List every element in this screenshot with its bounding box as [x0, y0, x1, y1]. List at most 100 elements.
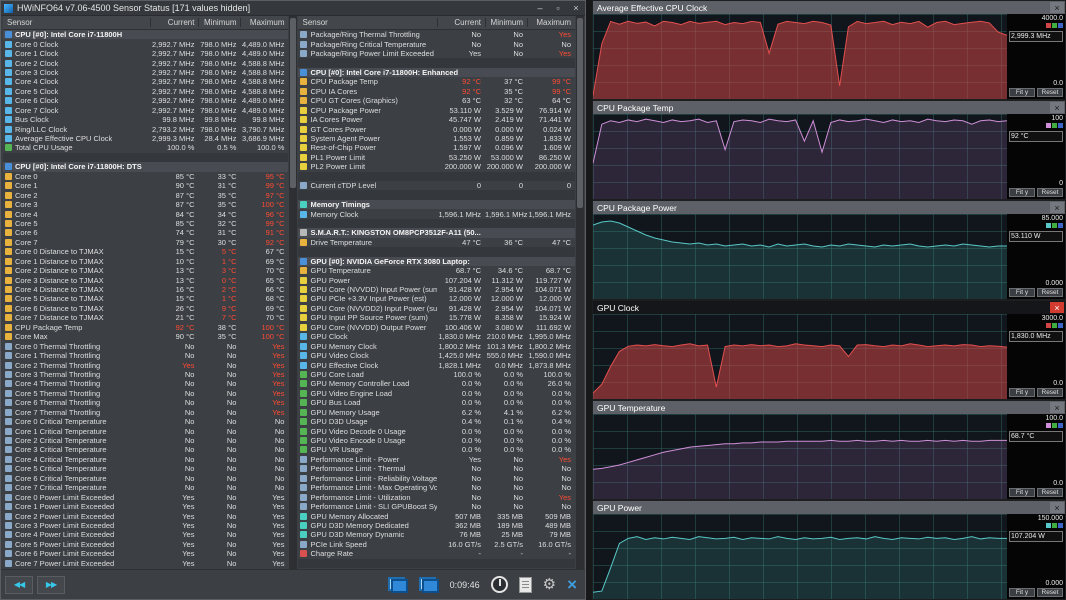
sensor-row[interactable]: GPU Effective Clock1,828.1 MHz0.0 MHz1,8…: [298, 360, 575, 369]
series-color-swatch[interactable]: [1058, 323, 1063, 328]
reset-button[interactable]: Reset: [1037, 388, 1063, 397]
series-color-swatch[interactable]: [1046, 323, 1051, 328]
close-icon[interactable]: ×: [1050, 502, 1064, 513]
sensor-row[interactable]: PCIe Link Speed16.0 GT/s2.5 GT/s16.0 GT/…: [298, 540, 575, 549]
sensor-row[interactable]: Core 5 Clock2,992.7 MHz798.0 MHz4,588.8 …: [3, 87, 288, 96]
sensor-group-header[interactable]: CPU [#0]: Intel Core i7-11800H: DTS: [3, 162, 288, 171]
sensor-row[interactable]: GPU Core Load100.0 %0.0 %100.0 %: [298, 370, 575, 379]
sensor-row[interactable]: Core 4 Thermal ThrottlingNoNoYes: [3, 379, 288, 388]
close-icon[interactable]: ×: [1050, 202, 1064, 213]
sensor-row[interactable]: Core 585 °C32 °C99 °C: [3, 219, 288, 228]
right-scrollbar[interactable]: [576, 16, 584, 569]
sensor-row[interactable]: PL1 Power Limit53.250 W53.000 W86.250 W: [298, 153, 575, 162]
series-color-swatch[interactable]: [1046, 423, 1051, 428]
graph-titlebar[interactable]: GPU Temperature×: [593, 401, 1065, 414]
sensor-row[interactable]: Core 0 Power Limit ExceededYesNoYes: [3, 492, 288, 501]
sensor-row[interactable]: PL2 Power Limit200.000 W200.000 W200.000…: [298, 162, 575, 171]
series-color-swatch[interactable]: [1052, 423, 1057, 428]
sensor-row[interactable]: Core 387 °C35 °C100 °C: [3, 200, 288, 209]
sensor-row[interactable]: Core 484 °C34 °C96 °C: [3, 209, 288, 218]
sensor-row[interactable]: Core 7 Thermal ThrottlingNoNoYes: [3, 408, 288, 417]
sensor-row[interactable]: Core 6 Distance to TJMAX26 °C9 °C69 °C: [3, 304, 288, 313]
sensor-row[interactable]: GPU Video Engine Load0.0 %0.0 %0.0 %: [298, 389, 575, 398]
monitor-layout-icon[interactable]: [419, 577, 439, 593]
close-button[interactable]: ×: [567, 2, 585, 15]
sensor-group-header[interactable]: GPU [#0]: NVIDIA GeForce RTX 3080 Laptop…: [298, 257, 575, 266]
fit-y-button[interactable]: Fit y: [1009, 288, 1035, 297]
series-color-swatch[interactable]: [1052, 23, 1057, 28]
sensor-row[interactable]: GPU Memory Controller Load0.0 %0.0 %26.0…: [298, 379, 575, 388]
sensor-row[interactable]: GPU Core (NVVDD) Input Power (sum)91.428…: [298, 285, 575, 294]
sensor-row[interactable]: GPU VR Usage0.0 %0.0 %0.0 %: [298, 445, 575, 454]
sensor-row[interactable]: GPU Video Encode 0 Usage0.0 %0.0 %0.0 %: [298, 436, 575, 445]
sensor-row[interactable]: GPU PCIe +3.3V Input Power (est)12.000 W…: [298, 294, 575, 303]
sensor-row[interactable]: Core 1 Thermal ThrottlingNoNoYes: [3, 351, 288, 360]
close-icon[interactable]: ×: [1050, 302, 1064, 313]
sensor-row[interactable]: Core 6 Critical TemperatureNoNoNo: [3, 474, 288, 483]
series-color-swatch[interactable]: [1052, 123, 1057, 128]
sensor-row[interactable]: CPU Package Temp92 °C38 °C100 °C: [3, 323, 288, 332]
fit-y-button[interactable]: Fit y: [1009, 588, 1035, 597]
sensor-row[interactable]: Core 0 Critical TemperatureNoNoNo: [3, 417, 288, 426]
series-color-swatch[interactable]: [1046, 523, 1051, 528]
sensor-row[interactable]: Core 190 °C31 °C99 °C: [3, 181, 288, 190]
reset-button[interactable]: Reset: [1037, 588, 1063, 597]
sensor-row[interactable]: Drive Temperature47 °C36 °C47 °C: [298, 238, 575, 247]
sensor-row[interactable]: Core 6 Thermal ThrottlingNoNoYes: [3, 398, 288, 407]
reset-button[interactable]: Reset: [1037, 188, 1063, 197]
sensor-row[interactable]: Core 5 Power Limit ExceededYesNoYes: [3, 540, 288, 549]
sensor-row[interactable]: IA Cores Power45.747 W2.419 W71.441 W: [298, 115, 575, 124]
prev-page-button[interactable]: ◀◀: [5, 576, 33, 594]
sensor-row[interactable]: GPU D3D Memory Dedicated362 MB189 MB489 …: [298, 521, 575, 530]
series-color-swatch[interactable]: [1046, 223, 1051, 228]
reset-button[interactable]: Reset: [1037, 488, 1063, 497]
sensor-row[interactable]: Core 3 Power Limit ExceededYesNoYes: [3, 521, 288, 530]
fit-y-button[interactable]: Fit y: [1009, 188, 1035, 197]
sensor-row[interactable]: GPU Clock1,830.0 MHz210.0 MHz1,995.0 MHz: [298, 332, 575, 341]
close-sensors-icon[interactable]: ×: [567, 577, 577, 593]
sensor-row[interactable]: Average Effective CPU Clock2,999.3 MHz28…: [3, 134, 288, 143]
sensor-row[interactable]: Core 4 Power Limit ExceededYesNoYes: [3, 530, 288, 539]
fit-y-button[interactable]: Fit y: [1009, 488, 1035, 497]
series-color-swatch[interactable]: [1058, 423, 1063, 428]
sensor-row[interactable]: Package/Ring Power Limit ExceededYesNoYe…: [298, 49, 575, 58]
sensor-row[interactable]: GPU Memory Clock1,800.2 MHz101.3 MHz1,80…: [298, 341, 575, 350]
sensor-row[interactable]: Core Max90 °C35 °C100 °C: [3, 332, 288, 341]
log-file-icon[interactable]: [519, 577, 532, 593]
graph-titlebar[interactable]: GPU Power×: [593, 501, 1065, 514]
series-color-swatch[interactable]: [1052, 223, 1057, 228]
sensor-row[interactable]: CPU Package Temp92 °C37 °C99 °C: [298, 77, 575, 86]
sensor-row[interactable]: Core 0 Thermal ThrottlingNoNoYes: [3, 341, 288, 350]
sensor-row[interactable]: Core 779 °C30 °C92 °C: [3, 238, 288, 247]
sensor-row[interactable]: Core 3 Critical TemperatureNoNoNo: [3, 445, 288, 454]
sensor-group-header[interactable]: Memory Timings: [298, 200, 575, 209]
sensor-row[interactable]: Charge Rate---: [298, 549, 575, 558]
sensor-row[interactable]: System Agent Power1.553 W0.859 W1.833 W: [298, 134, 575, 143]
sensor-row[interactable]: Core 2 Distance to TJMAX13 °C3 °C70 °C: [3, 266, 288, 275]
sensor-row[interactable]: Core 3 Distance to TJMAX13 °C0 °C65 °C: [3, 275, 288, 284]
sensor-row[interactable]: Current cTDP Level000: [298, 181, 575, 190]
sensor-row[interactable]: GPU Core (NVVDD) Output Power100.406 W3.…: [298, 323, 575, 332]
sensor-row[interactable]: Core 3 Clock2,992.7 MHz798.0 MHz4,588.8 …: [3, 68, 288, 77]
close-icon[interactable]: ×: [1050, 2, 1064, 13]
sensor-row[interactable]: Core 7 Power Limit ExceededYesNoYes: [3, 559, 288, 568]
sensor-row[interactable]: GPU Memory Allocated507 MB335 MB509 MB: [298, 511, 575, 520]
sensor-row[interactable]: Core 0 Clock2,992.7 MHz798.0 MHz4,489.0 …: [3, 39, 288, 48]
close-icon[interactable]: ×: [1050, 402, 1064, 413]
reset-button[interactable]: Reset: [1037, 288, 1063, 297]
sensor-row[interactable]: Ring/LLC Clock2,793.2 MHz798.0 MHz3,790.…: [3, 124, 288, 133]
close-icon[interactable]: ×: [1050, 102, 1064, 113]
sensor-row[interactable]: Core 5 Distance to TJMAX15 °C1 °C68 °C: [3, 294, 288, 303]
sensor-row[interactable]: GPU Temperature68.7 °C34.6 °C68.7 °C: [298, 266, 575, 275]
sensor-row[interactable]: Performance Limit - Max Operating Voltag…: [298, 483, 575, 492]
sensor-row[interactable]: Core 7 Clock2,992.7 MHz798.0 MHz4,489.0 …: [3, 106, 288, 115]
sensor-row[interactable]: Core 4 Critical TemperatureNoNoNo: [3, 455, 288, 464]
sensor-row[interactable]: GPU Power107.204 W11.312 W119.727 W: [298, 275, 575, 284]
next-page-button[interactable]: ▶▶: [37, 576, 65, 594]
series-color-swatch[interactable]: [1058, 123, 1063, 128]
sensor-row[interactable]: GPU Video Decode 0 Usage0.0 %0.0 %0.0 %: [298, 426, 575, 435]
sensor-row[interactable]: Core 2 Thermal ThrottlingYesNoYes: [3, 360, 288, 369]
graph-titlebar[interactable]: CPU Package Power×: [593, 201, 1065, 214]
minimize-button[interactable]: –: [531, 2, 549, 15]
series-color-swatch[interactable]: [1058, 23, 1063, 28]
